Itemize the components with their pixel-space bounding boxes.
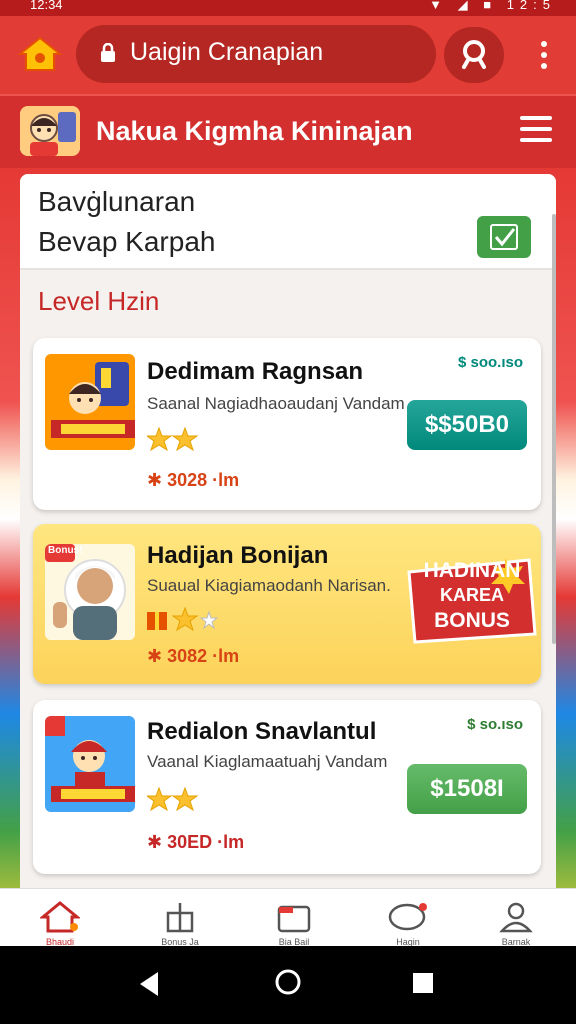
avatar-logo-icon bbox=[20, 106, 80, 156]
bonus-line-3: BONUS bbox=[434, 609, 510, 632]
card-subtitle: Suaual Kiagiamaodanh Narisan. bbox=[147, 576, 391, 595]
home-button[interactable] bbox=[17, 36, 63, 74]
card-title: Redialon Snavlantul bbox=[147, 718, 377, 745]
gift-icon bbox=[166, 903, 194, 933]
card-subtitle: Saanal Nagiadhaoaudanj Vandam bbox=[147, 394, 405, 413]
system-navigation-bar bbox=[0, 946, 576, 1024]
home-icon bbox=[40, 901, 80, 933]
lock-icon bbox=[101, 43, 115, 62]
card-thumbnail: Bonus! bbox=[45, 544, 135, 640]
user-photo-icon bbox=[45, 544, 135, 640]
card-subtitle: Vaanal Kiaglamaatuahj Vandam bbox=[147, 752, 388, 771]
offer-card-3[interactable]: Redialon Snavlantul Vaanal Kiaglamaatuah… bbox=[33, 700, 541, 874]
home-circle-icon[interactable] bbox=[274, 968, 302, 996]
confirm-button[interactable] bbox=[477, 216, 531, 258]
status-time: 12:34 bbox=[30, 0, 63, 12]
url-text: Uaigin Cranapian bbox=[130, 38, 324, 66]
card-title: Hadijan Bonijan bbox=[147, 542, 329, 569]
more-vert-icon bbox=[541, 41, 547, 69]
address-bar[interactable]: Uaigin Cranapian bbox=[76, 25, 436, 83]
panel-header: Bavġlunaran Bevap Karpah bbox=[20, 174, 556, 270]
card-meta: ✱ 3082 ·lm bbox=[147, 646, 240, 666]
search-button[interactable] bbox=[444, 27, 504, 83]
status-bar: 12:34 ▼ ◢ ■ 12:5 bbox=[0, 0, 576, 16]
card-meta: ✱ 3028 ·lm bbox=[147, 470, 240, 490]
section-title: Level Hzin bbox=[38, 286, 160, 316]
main-panel: Bavġlunaran Bevap Karpah Level Hzin Dedi… bbox=[20, 174, 556, 944]
panel-heading-line1: Bavġlunaran bbox=[38, 186, 196, 217]
browser-toolbar: Uaigin Cranapian bbox=[0, 16, 576, 94]
gift-stars-icon bbox=[147, 606, 219, 632]
nav-profile[interactable]: Barnak bbox=[476, 895, 556, 947]
status-icons: ▼ ◢ ■ 12:5 bbox=[429, 0, 556, 12]
rating-stars-icon bbox=[147, 426, 199, 452]
check-icon bbox=[490, 224, 518, 250]
thumb-badge: Bonus! bbox=[48, 545, 83, 556]
nav-files[interactable]: Bia Bail bbox=[254, 895, 334, 947]
site-title: Nakua Kigmha Kininajan bbox=[96, 116, 413, 146]
bonus-badge[interactable]: HADINAN KAREA BONUS bbox=[405, 554, 539, 644]
bonus-badge-text: HADINAN KAREA BONUS bbox=[405, 554, 539, 644]
panel-heading-line2: Bevap Karpah bbox=[38, 226, 216, 257]
bonus-line-2: KAREA bbox=[439, 585, 504, 605]
site-logo[interactable] bbox=[20, 106, 80, 156]
nav-home[interactable]: Bhaudi bbox=[20, 895, 100, 947]
game-character-icon bbox=[45, 354, 135, 450]
card-meta: ✱ 30ED ·lm bbox=[147, 832, 245, 852]
offer-card-1[interactable]: Dedimam Ragnsan Saanal Nagiadhaoaudanj V… bbox=[33, 338, 541, 510]
card-thumbnail bbox=[45, 354, 135, 450]
hamburger-menu-button[interactable] bbox=[520, 116, 552, 144]
home-icon bbox=[17, 36, 63, 71]
price-button[interactable]: $$50B0 bbox=[407, 400, 527, 450]
bottom-navigation: Bhaudi Bonus Ja Bia Bail Hagin Barnak bbox=[0, 888, 576, 947]
hamburger-icon-bar bbox=[520, 127, 552, 131]
person-icon bbox=[499, 902, 533, 933]
search-icon bbox=[462, 40, 486, 69]
recents-icon[interactable] bbox=[412, 972, 434, 994]
card-title: Dedimam Ragnsan bbox=[147, 358, 364, 385]
scrollbar[interactable] bbox=[552, 214, 556, 644]
nav-chat[interactable]: Hagin bbox=[368, 895, 448, 947]
card-small-price: $ soo.ıso bbox=[457, 354, 523, 371]
folder-icon bbox=[277, 905, 311, 933]
rating-stars-icon bbox=[147, 786, 199, 812]
hamburger-icon bbox=[520, 116, 552, 120]
hamburger-icon-bar bbox=[520, 138, 552, 142]
site-header: Nakua Kigmha Kininajan bbox=[0, 94, 576, 170]
game-character-icon bbox=[45, 716, 135, 812]
card-small-price: $ so.ıso bbox=[467, 716, 523, 733]
chat-icon bbox=[388, 903, 427, 931]
offer-card-2-bonus[interactable]: Bonus! Hadijan Bonijan Suaual Kiagiamaod… bbox=[33, 524, 541, 684]
card-thumbnail bbox=[45, 716, 135, 812]
price-button[interactable]: $1508I bbox=[407, 764, 527, 814]
more-menu-button[interactable] bbox=[534, 38, 554, 74]
bonus-line-1: HADINAN bbox=[423, 559, 521, 582]
nav-bonus[interactable]: Bonus Ja bbox=[140, 895, 220, 947]
back-icon[interactable] bbox=[138, 970, 160, 998]
